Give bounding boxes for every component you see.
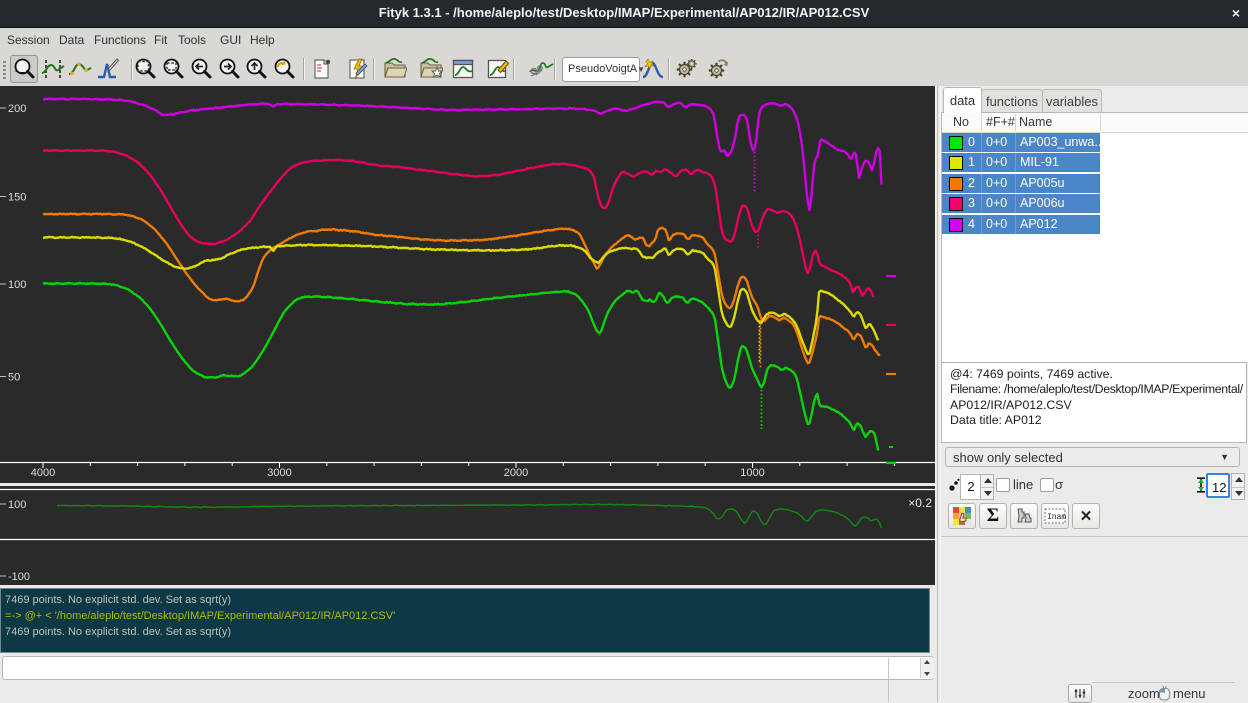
svg-text:×0.2: ×0.2 [908,496,932,510]
svg-text:Inam: Inam [1047,513,1066,522]
svg-text:200: 200 [8,103,26,115]
svg-text:100: 100 [8,499,26,511]
svg-text:150: 150 [8,192,26,204]
svg-text:50: 50 [8,372,20,384]
svg-text:1000: 1000 [740,467,764,479]
svg-text:4000: 4000 [31,467,55,479]
svg-text:2000: 2000 [504,467,528,479]
svg-text:3000: 3000 [267,467,291,479]
svg-text:100: 100 [8,279,26,291]
svg-text:-100: -100 [8,571,30,583]
